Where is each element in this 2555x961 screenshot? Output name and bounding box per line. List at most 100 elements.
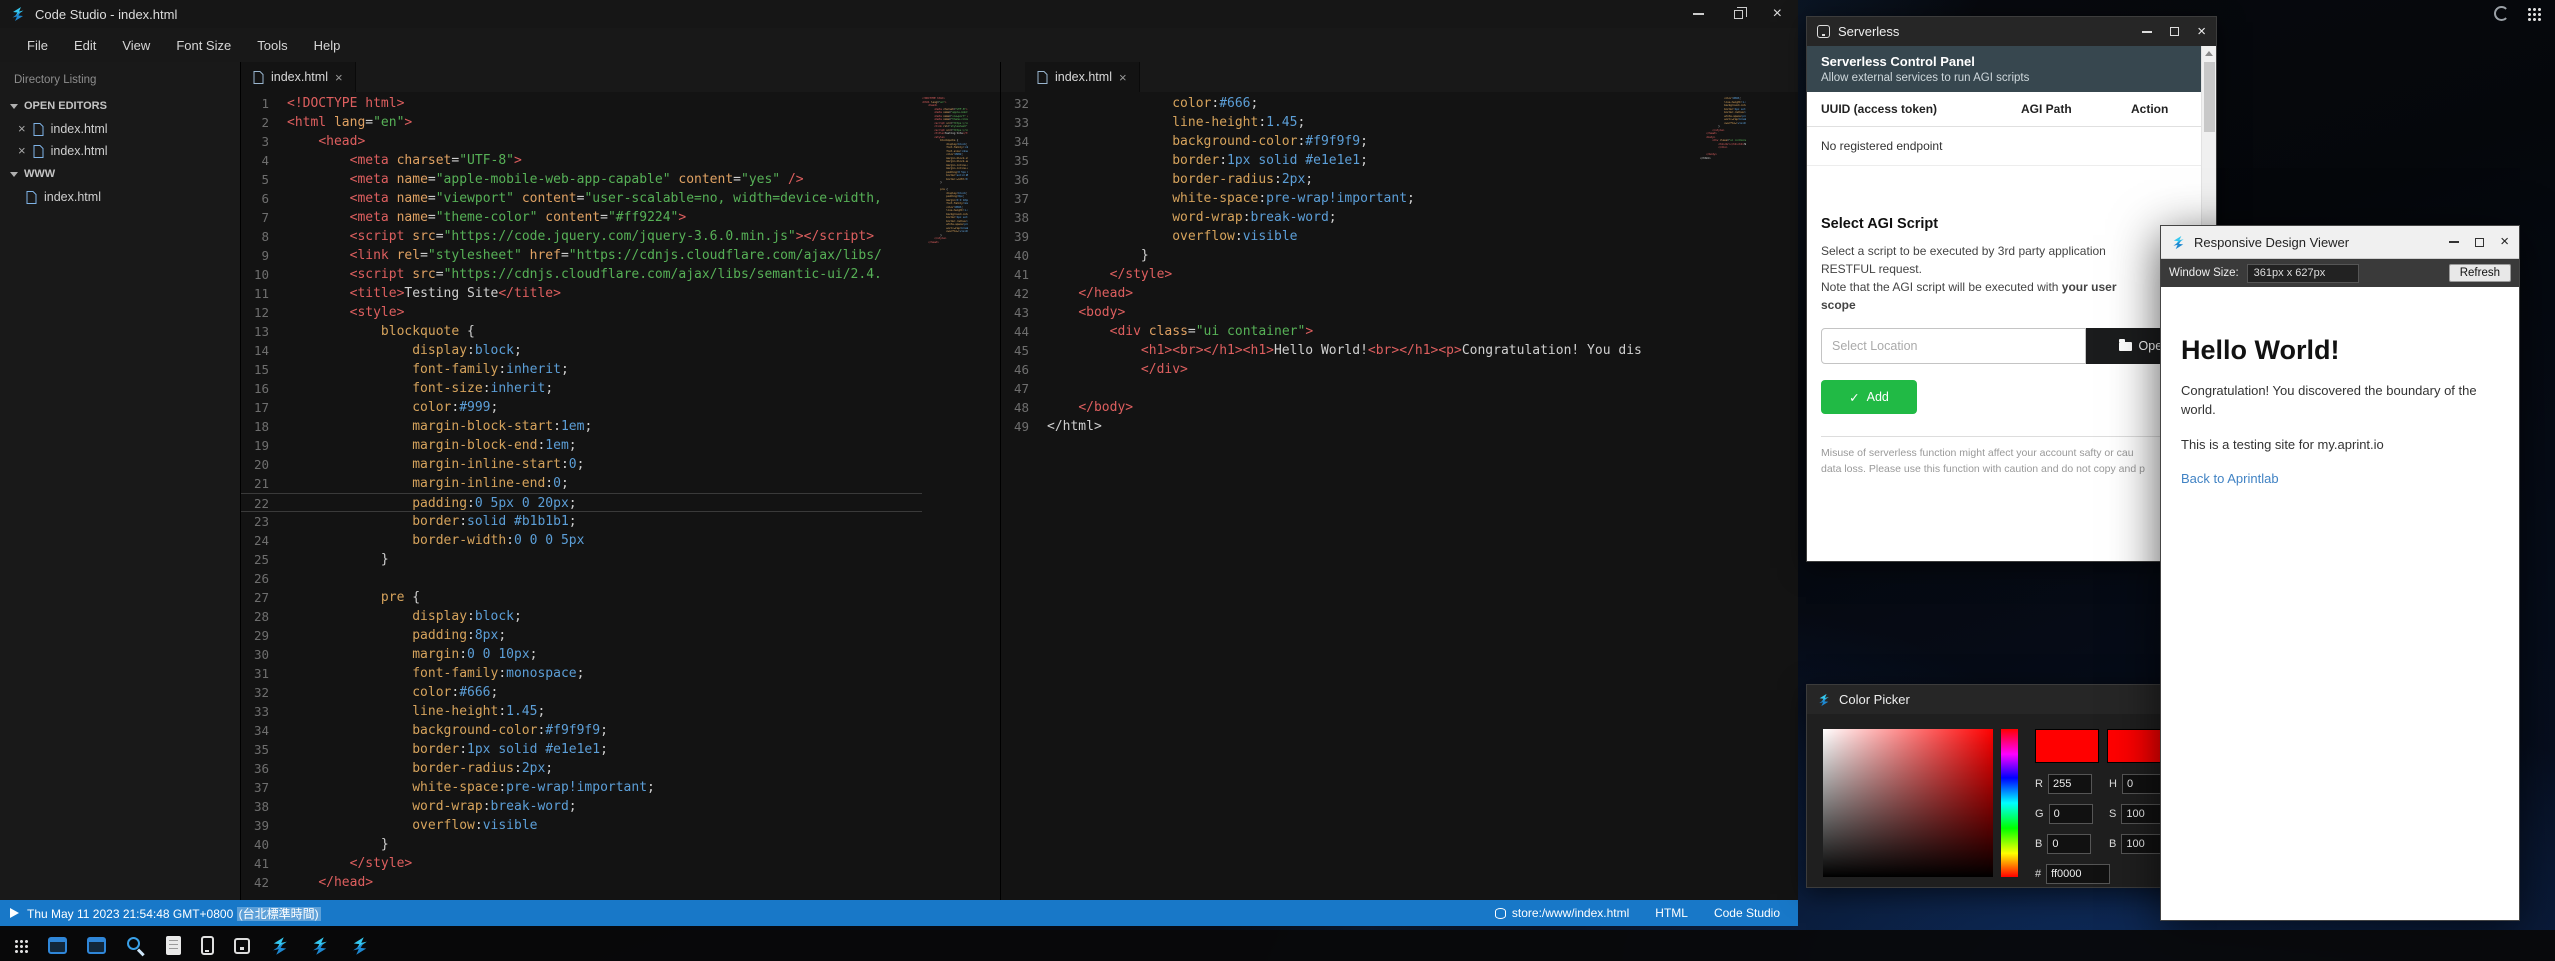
code-line[interactable]: 35 border:1px solid #e1e1e1; (241, 740, 922, 759)
code-line[interactable]: 49</html> (1001, 417, 1700, 436)
code-line[interactable]: 23 border:solid #b1b1b1; (241, 512, 922, 531)
code-line[interactable]: 24 border-width:0 0 0 5px (241, 531, 922, 550)
app-grid-icon[interactable] (2527, 7, 2541, 21)
statusbar-app[interactable]: Code Studio (1714, 906, 1780, 920)
code-line[interactable]: 7 <meta name="theme-color" content="#ff9… (241, 208, 922, 227)
phone-icon[interactable] (201, 936, 214, 955)
g-input[interactable] (2049, 804, 2093, 824)
statusbar-file[interactable]: store:/www/index.html (1495, 906, 1629, 920)
menu-tools[interactable]: Tools (244, 38, 300, 53)
code-line[interactable]: 13 blockquote { (241, 322, 922, 341)
close-icon[interactable]: × (2500, 237, 2509, 247)
code-line[interactable]: 19 margin-block-end:1em; (241, 436, 922, 455)
menu-file[interactable]: File (14, 38, 61, 53)
open-editor-item[interactable]: × index.html (0, 118, 240, 140)
section-toggle-www[interactable]: WWW (0, 162, 240, 186)
code-line[interactable]: 26 (241, 569, 922, 588)
code-line[interactable]: 34 background-color:#f9f9f9; (1001, 132, 1700, 151)
close-icon[interactable]: × (18, 146, 26, 156)
code-line[interactable]: 1<!DOCTYPE html> (241, 94, 922, 113)
menu-view[interactable]: View (109, 38, 163, 53)
open-editor-item[interactable]: × index.html (0, 140, 240, 162)
menu-font-size[interactable]: Font Size (163, 38, 244, 53)
start-button[interactable] (14, 939, 28, 953)
code-studio-taskbar-icon[interactable] (310, 936, 330, 956)
code-line[interactable]: 42 </head> (1001, 284, 1700, 303)
code-line[interactable]: 9 <link rel="stylesheet" href="https://c… (241, 246, 922, 265)
device-icon[interactable] (234, 938, 250, 954)
window-size-input[interactable] (2247, 264, 2359, 283)
code-line[interactable]: 25 } (241, 550, 922, 569)
code-line[interactable]: 46 </div> (1001, 360, 1700, 379)
refresh-spinner-icon[interactable] (2494, 6, 2509, 21)
code-line[interactable]: 29 padding:8px; (241, 626, 922, 645)
code-line[interactable]: 22 padding:0 5px 0 20px; (241, 493, 922, 512)
menu-edit[interactable]: Edit (61, 38, 109, 53)
code-editor[interactable]: 32 color:#666;33 line-height:1.45;34 bac… (1001, 92, 1798, 900)
code-area[interactable]: 1<!DOCTYPE html>2<html lang="en">3 <head… (241, 94, 922, 900)
titlebar[interactable]: Serverless × (1807, 17, 2216, 46)
app-window-icon[interactable] (87, 937, 106, 954)
minimap[interactable]: color:#666; line-height:1.45; background… (1700, 94, 1746, 900)
titlebar[interactable]: Responsive Design Viewer × (2161, 226, 2519, 259)
code-area[interactable]: 32 color:#666;33 line-height:1.45;34 bac… (1001, 94, 1700, 900)
maximize-icon[interactable] (2475, 238, 2484, 247)
code-line[interactable]: 32 color:#666; (241, 683, 922, 702)
close-icon[interactable]: × (335, 70, 343, 85)
minimize-icon[interactable] (2142, 31, 2152, 33)
code-line[interactable]: 36 border-radius:2px; (241, 759, 922, 778)
code-line[interactable]: 40 } (1001, 246, 1700, 265)
menu-help[interactable]: Help (301, 38, 354, 53)
saturation-field[interactable] (1823, 729, 1993, 877)
code-line[interactable]: 11 <title>Testing Site</title> (241, 284, 922, 303)
statusbar-language[interactable]: HTML (1655, 906, 1688, 920)
minimize-icon[interactable] (2449, 241, 2459, 243)
code-line[interactable]: 44 <div class="ui container"> (1001, 322, 1700, 341)
code-line[interactable]: 4 <meta charset="UTF-8"> (241, 151, 922, 170)
b-input[interactable] (2047, 834, 2091, 854)
close-icon[interactable]: × (2197, 27, 2206, 37)
add-button[interactable]: ✓ Add (1821, 380, 1917, 414)
code-line[interactable]: 45 <h1><br></h1><h1>Hello World!<br></h1… (1001, 341, 1700, 360)
close-icon[interactable]: × (1773, 8, 1782, 20)
close-icon[interactable]: × (18, 124, 26, 134)
maximize-icon[interactable] (2170, 27, 2179, 36)
code-line[interactable]: 47 (1001, 379, 1700, 398)
code-line[interactable]: 42 </head> (241, 873, 922, 892)
code-line[interactable]: 43 <body> (1001, 303, 1700, 322)
code-line[interactable]: 10 <script src="https://cdnjs.cloudflare… (241, 265, 922, 284)
code-line[interactable]: 8 <script src="https://code.jquery.com/j… (241, 227, 922, 246)
tab-index-html[interactable]: index.html × (241, 62, 356, 92)
code-line[interactable]: 40 } (241, 835, 922, 854)
code-line[interactable]: 3 <head> (241, 132, 922, 151)
code-studio-taskbar-icon[interactable] (270, 936, 290, 956)
code-line[interactable]: 14 display:block; (241, 341, 922, 360)
code-line[interactable]: 32 color:#666; (1001, 94, 1700, 113)
code-line[interactable]: 33 line-height:1.45; (241, 702, 922, 721)
app-window-icon[interactable] (48, 937, 67, 954)
brightness-input[interactable] (2121, 834, 2165, 854)
code-studio-taskbar-icon[interactable] (350, 936, 370, 956)
scroll-up-icon[interactable] (2202, 46, 2216, 60)
hex-input[interactable] (2046, 864, 2110, 884)
titlebar[interactable]: Color Picker (1807, 685, 2216, 714)
code-line[interactable]: 41 </style> (241, 854, 922, 873)
code-line[interactable]: 48 </body> (1001, 398, 1700, 417)
document-icon[interactable] (166, 936, 181, 955)
s-input[interactable] (2121, 804, 2165, 824)
code-line[interactable]: 41 </style> (1001, 265, 1700, 284)
code-line[interactable]: 34 background-color:#f9f9f9; (241, 721, 922, 740)
code-line[interactable]: 6 <meta name="viewport" content="user-sc… (241, 189, 922, 208)
code-line[interactable]: 12 <style> (241, 303, 922, 322)
minimap[interactable]: <!DOCTYPE html><html lang="en"> <head> <… (922, 94, 968, 900)
close-icon[interactable]: × (1119, 70, 1127, 85)
code-line[interactable]: 38 word-wrap:break-word; (241, 797, 922, 816)
code-line[interactable]: 5 <meta name="apple-mobile-web-app-capab… (241, 170, 922, 189)
back-to-aprintlab-link[interactable]: Back to Aprintlab (2181, 471, 2279, 486)
code-line[interactable]: 28 display:block; (241, 607, 922, 626)
tree-file-item[interactable]: index.html (0, 186, 240, 208)
r-input[interactable] (2048, 774, 2092, 794)
code-line[interactable]: 18 margin-block-start:1em; (241, 417, 922, 436)
code-line[interactable]: 39 overflow:visible (241, 816, 922, 835)
code-line[interactable]: 39 overflow:visible (1001, 227, 1700, 246)
